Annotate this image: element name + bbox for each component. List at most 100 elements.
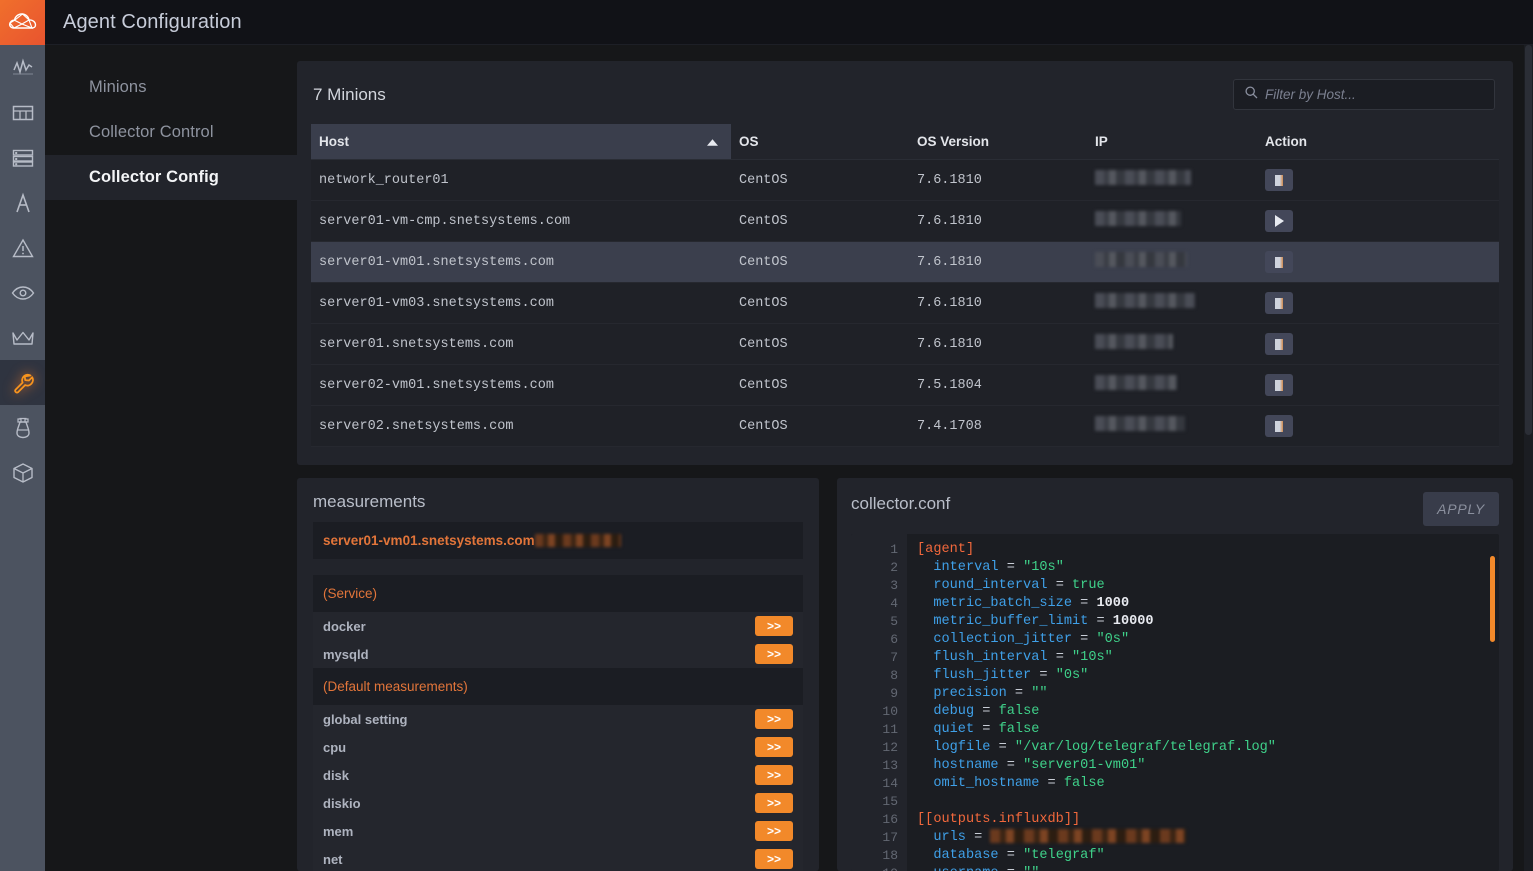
editor-scrollbar[interactable]: [1490, 556, 1495, 642]
code-token: =: [1006, 686, 1032, 701]
measurement-expand-button[interactable]: >>: [755, 849, 793, 869]
measurement-row[interactable]: diskio >>: [313, 789, 803, 817]
code-token: =: [1039, 776, 1064, 791]
measurement-label: mysqld: [323, 646, 369, 662]
warning-icon[interactable]: [0, 225, 45, 270]
page-body: Minions Collector Control Collector Conf…: [45, 45, 1533, 871]
measurements-host-label: server01-vm01.snetsystems.com: [323, 533, 535, 548]
measurement-expand-button[interactable]: >>: [755, 765, 793, 785]
cell-host: server01.snetsystems.com: [311, 323, 731, 365]
graph-icon[interactable]: [0, 45, 45, 90]
table-row[interactable]: server01-vm01.snetsystems.com CentOS 7.6.1…: [311, 241, 1499, 283]
cloud-logo-icon[interactable]: [0, 0, 45, 45]
sidebar-item-collector-control[interactable]: Collector Control: [45, 110, 297, 155]
measurement-row[interactable]: global setting >>: [313, 705, 803, 733]
play-button[interactable]: [1265, 210, 1293, 232]
code-token: flush_jitter: [917, 668, 1032, 683]
table-row[interactable]: server01-vm03.snetsystems.com CentOS 7.6.1…: [311, 282, 1499, 324]
collector-conf-editor[interactable]: 123456789101112131415161718192021 [agent…: [851, 534, 1499, 871]
cube-icon[interactable]: [0, 450, 45, 495]
code-token: "": [1031, 686, 1048, 701]
measurement-expand-button[interactable]: >>: [755, 821, 793, 841]
cell-os-version: 7.6.1810: [909, 323, 1087, 365]
page-scrollbar[interactable]: [1524, 45, 1533, 871]
column-header-ip[interactable]: IP: [1087, 124, 1257, 160]
stop-button[interactable]: [1265, 169, 1293, 191]
cell-host: server01-vm03.snetsystems.com: [311, 282, 731, 324]
code-line: hostname = "server01-vm01": [917, 757, 1499, 775]
search-input[interactable]: [1265, 80, 1494, 109]
measurement-expand-button[interactable]: >>: [755, 737, 793, 757]
cell-os: CentOS: [731, 200, 909, 242]
code-token: "server01-vm01": [1023, 758, 1146, 773]
page-scrollbar-thumb[interactable]: [1525, 45, 1532, 435]
cell-action: [1257, 159, 1499, 201]
cell-os: CentOS: [731, 405, 909, 447]
code-token: =: [999, 866, 1023, 871]
code-token: "10s": [1023, 560, 1064, 575]
redacted-ip: [1095, 375, 1177, 390]
dashboard-icon[interactable]: [0, 90, 45, 135]
eye-icon[interactable]: [0, 270, 45, 315]
apply-button[interactable]: APPLY: [1423, 492, 1499, 526]
sidebar-item-collector-config[interactable]: Collector Config: [45, 155, 297, 200]
measurement-row[interactable]: mysqld >>: [313, 640, 803, 668]
table-row[interactable]: server02-vm01.snetsystems.com CentOS 7.5.1…: [311, 364, 1499, 406]
wrench-icon[interactable]: [0, 360, 45, 405]
line-number: 18: [882, 848, 898, 863]
table-row[interactable]: server02.snetsystems.com CentOS 7.4.1708: [311, 405, 1499, 447]
code-token: "telegraf": [1023, 848, 1105, 863]
code-token: logfile: [917, 740, 991, 755]
crown-icon[interactable]: [0, 315, 45, 360]
column-header-os[interactable]: OS: [731, 124, 909, 160]
measurement-label: net: [323, 851, 343, 867]
measurement-row[interactable]: disk >>: [313, 761, 803, 789]
code-line: database = "telegraf": [917, 847, 1499, 865]
measurement-expand-button[interactable]: >>: [755, 793, 793, 813]
cell-ip: [1087, 323, 1257, 365]
content-area: 7 Minions Host: [297, 45, 1533, 871]
stop-button[interactable]: [1265, 415, 1293, 437]
cell-os-version: 7.6.1810: [909, 200, 1087, 242]
sidebar-item-minions[interactable]: Minions: [45, 65, 297, 110]
code-token: collection_jitter: [917, 632, 1072, 647]
measurement-row[interactable]: mem >>: [313, 817, 803, 845]
stop-icon: [1275, 338, 1283, 350]
code-line: urls =: [917, 829, 1499, 847]
alphabet-icon[interactable]: [0, 180, 45, 225]
code-token: =: [998, 560, 1024, 575]
column-header-os-version[interactable]: OS Version: [909, 124, 1087, 160]
measurement-row[interactable]: docker >>: [313, 612, 803, 640]
code-line: flush_jitter = "0s": [917, 667, 1499, 685]
host-filter[interactable]: [1233, 79, 1495, 110]
code-line: metric_batch_size = 1000: [917, 595, 1499, 613]
stop-button[interactable]: [1265, 333, 1293, 355]
column-header-host[interactable]: Host: [311, 124, 731, 160]
table-row[interactable]: server01-vm-cmp.snetsystems.com CentOS 7.6…: [311, 200, 1499, 242]
code-token: urls: [917, 830, 966, 845]
line-number: 5: [890, 614, 898, 629]
list-icon[interactable]: [0, 135, 45, 180]
main-area: Agent Configuration Minions Collector Co…: [45, 0, 1533, 871]
stop-button[interactable]: [1265, 292, 1293, 314]
sort-ascending-icon: [706, 134, 719, 149]
editor-code[interactable]: [agent] interval = "10s" round_interval …: [907, 534, 1499, 871]
cell-host: network_router01: [311, 159, 731, 201]
stop-button[interactable]: [1265, 251, 1293, 273]
table-row[interactable]: server01.snetsystems.com CentOS 7.6.1810: [311, 323, 1499, 365]
measurement-row[interactable]: net >>: [313, 845, 803, 871]
stop-button[interactable]: [1265, 374, 1293, 396]
column-header-action[interactable]: Action: [1257, 124, 1499, 160]
table-row[interactable]: network_router01 CentOS 7.6.1810: [311, 159, 1499, 201]
measurements-panel: measurements server01-vm01.snetsystems.c…: [297, 478, 819, 871]
minions-panel: 7 Minions Host: [297, 61, 1513, 465]
measurement-expand-button[interactable]: >>: [755, 616, 793, 636]
code-line: username = "": [917, 865, 1499, 871]
code-token: =: [1072, 596, 1097, 611]
code-token: "": [1023, 866, 1039, 871]
cell-ip: [1087, 241, 1257, 283]
measurement-expand-button[interactable]: >>: [755, 709, 793, 729]
measurement-expand-button[interactable]: >>: [755, 644, 793, 664]
measurement-row[interactable]: cpu >>: [313, 733, 803, 761]
chess-queen-icon[interactable]: [0, 405, 45, 450]
